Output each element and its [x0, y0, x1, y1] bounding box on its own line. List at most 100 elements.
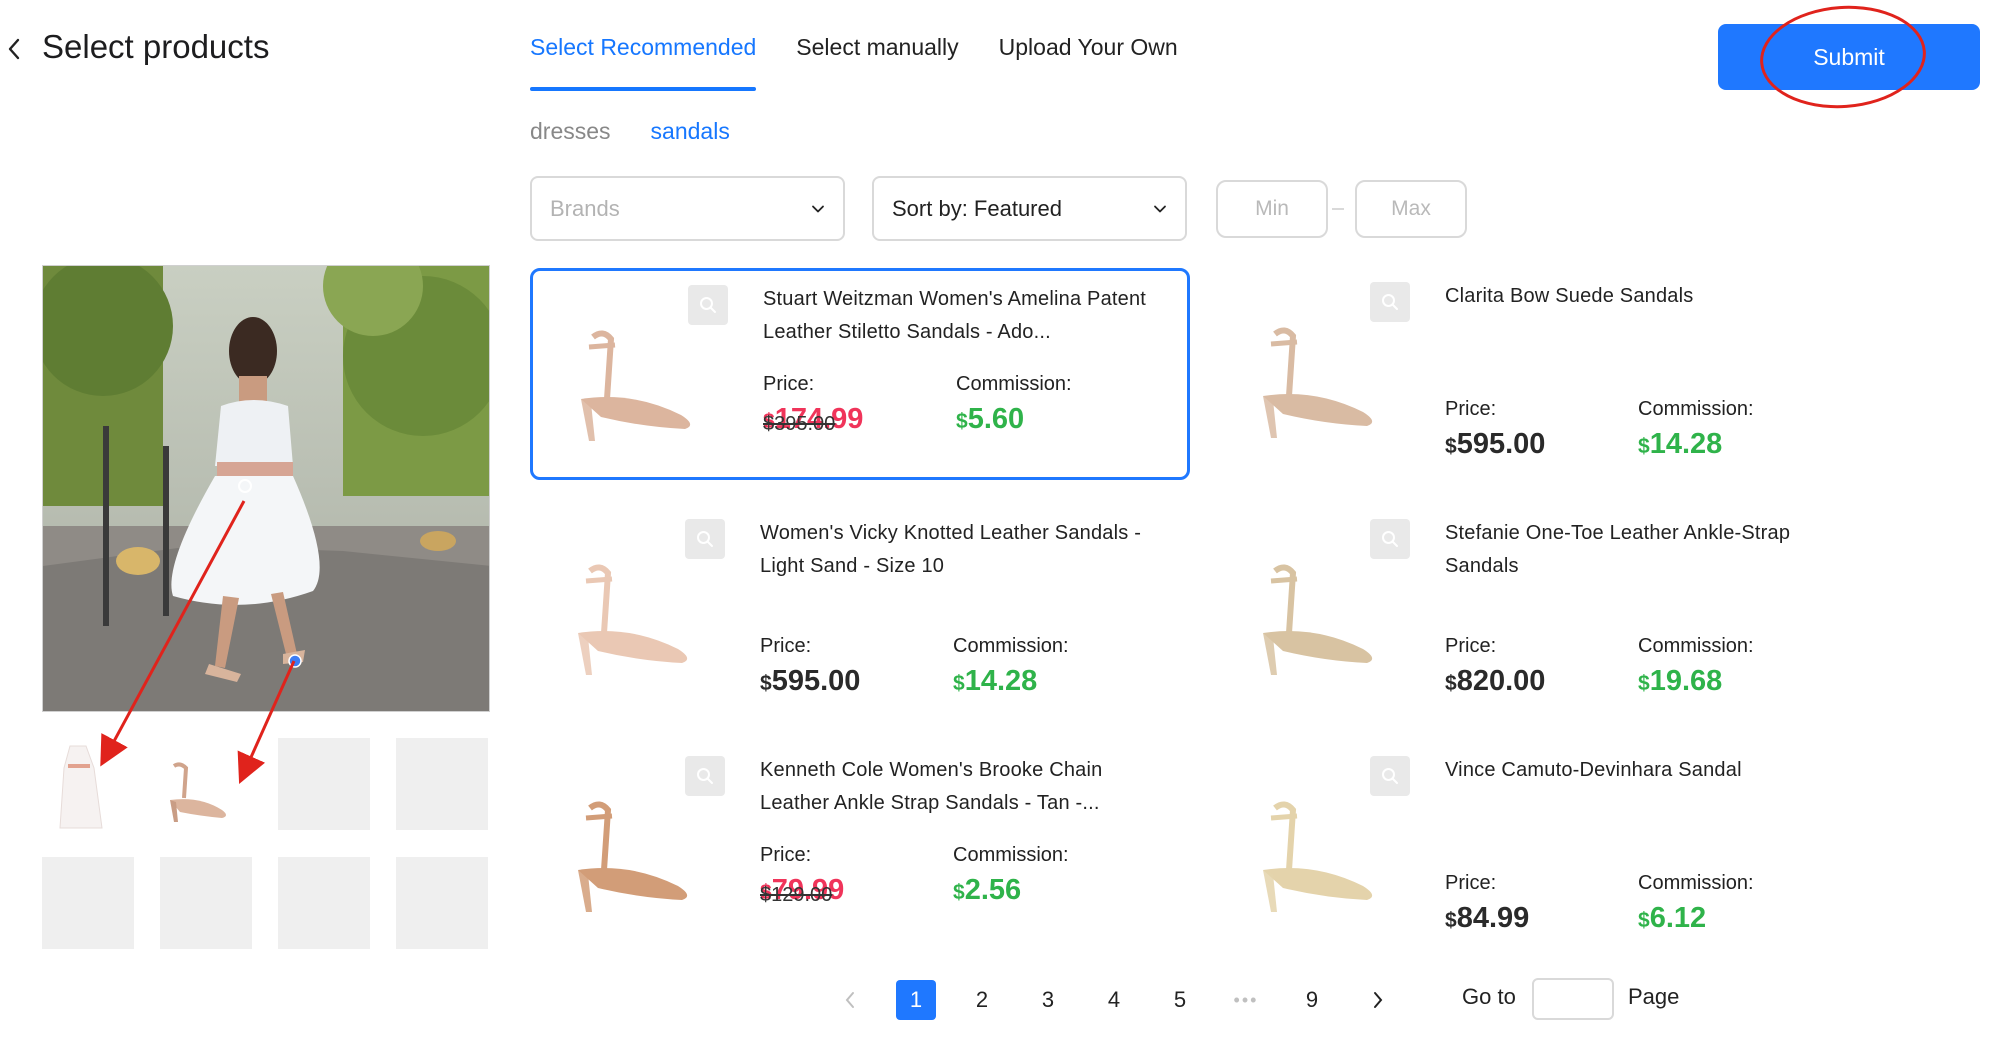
- product-image: [1263, 327, 1373, 438]
- product-commission: $14.28: [953, 665, 1037, 698]
- product-price: $84.99: [1445, 902, 1529, 935]
- category-sandals[interactable]: sandals: [651, 118, 730, 145]
- selection-tabs: Select Recommended Select manually Uploa…: [530, 34, 1178, 91]
- zoom-icon[interactable]: [1370, 756, 1410, 796]
- pagination-prev-icon[interactable]: [830, 980, 870, 1020]
- price-label: Price:: [760, 844, 812, 866]
- price-label: Price:: [1445, 398, 1497, 420]
- product-price: $595.00: [1445, 428, 1545, 461]
- commission-value: 14.28: [964, 665, 1038, 697]
- price-value: 595.00: [771, 665, 861, 697]
- product-card[interactable]: Clarita Bow Suede Sandals Price: Commissio…: [1215, 268, 1875, 480]
- commission-label: Commission:: [956, 373, 1072, 395]
- price-value: 595.00: [1456, 428, 1546, 460]
- price-value: 820.00: [1456, 665, 1546, 697]
- thumbnail-sandal[interactable]: [160, 738, 252, 830]
- thumbnail-empty: [278, 857, 370, 949]
- currency-symbol: $: [1445, 909, 1457, 932]
- product-image: [578, 564, 688, 675]
- tab-select-manually[interactable]: Select manually: [796, 34, 958, 91]
- currency-symbol: $: [1445, 672, 1457, 695]
- product-commission: $2.56: [953, 874, 1021, 907]
- commission-label: Commission:: [1638, 398, 1754, 420]
- page-button-4[interactable]: 4: [1094, 980, 1134, 1020]
- product-image: [581, 330, 691, 441]
- goto-page-input[interactable]: [1532, 978, 1614, 1020]
- product-name: Clarita Bow Suede Sandals: [1445, 285, 1694, 307]
- currency-symbol: $: [953, 881, 965, 904]
- source-photo: [42, 265, 490, 712]
- page-title: Select products: [42, 28, 270, 65]
- thumbnail-empty: [278, 738, 370, 830]
- min-price-input[interactable]: Min: [1216, 180, 1328, 238]
- original-price: $395.00: [763, 413, 836, 435]
- product-commission: $5.60: [956, 403, 1024, 436]
- max-price-input[interactable]: Max: [1355, 180, 1467, 238]
- commission-value: 5.60: [967, 403, 1025, 435]
- commission-label: Commission:: [1638, 872, 1754, 894]
- currency-symbol: $: [1638, 435, 1650, 458]
- thumbnail-empty: [42, 857, 134, 949]
- zoom-icon[interactable]: [1370, 282, 1410, 322]
- page-button-1[interactable]: 1: [896, 980, 936, 1020]
- thumbnail-dress[interactable]: [42, 738, 134, 830]
- commission-label: Commission:: [1638, 635, 1754, 657]
- pagination: 1 2 3 4 5 ••• 9: [830, 980, 1424, 1020]
- product-price: $820.00: [1445, 665, 1545, 698]
- currency-symbol: $: [953, 672, 965, 695]
- product-name: Women's Vicky Knotted Leather Sandals - …: [760, 522, 1142, 577]
- page-button-9[interactable]: 9: [1292, 980, 1332, 1020]
- product-card[interactable]: Kenneth Cole Women's Brooke Chain Leathe…: [530, 742, 1190, 954]
- product-price: $595.00: [760, 665, 860, 698]
- page-button-2[interactable]: 2: [962, 980, 1002, 1020]
- product-name: Stuart Weitzman Women's Amelina Patent L…: [763, 288, 1147, 343]
- range-separator: [1332, 208, 1344, 210]
- commission-label: Commission:: [953, 844, 1069, 866]
- commission-value: 19.68: [1649, 665, 1723, 697]
- product-commission: $6.12: [1638, 902, 1706, 935]
- commission-value: 14.28: [1649, 428, 1723, 460]
- price-value: 84.99: [1456, 902, 1530, 934]
- zoom-icon[interactable]: [1370, 519, 1410, 559]
- product-card[interactable]: Women's Vicky Knotted Leather Sandals - …: [530, 505, 1190, 717]
- product-thumbnail-grid: [42, 738, 488, 949]
- product-card[interactable]: Stuart Weitzman Women's Amelina Patent L…: [530, 268, 1190, 480]
- category-dresses[interactable]: dresses: [530, 118, 611, 145]
- pagination-next-icon[interactable]: [1358, 980, 1398, 1020]
- product-image: [578, 801, 688, 912]
- category-filter: dresses sandals: [530, 118, 730, 145]
- tab-select-recommended[interactable]: Select Recommended: [530, 34, 757, 91]
- page-button-5[interactable]: 5: [1160, 980, 1200, 1020]
- zoom-icon[interactable]: [685, 519, 725, 559]
- price-label: Price:: [1445, 872, 1497, 894]
- currency-symbol: $: [1638, 909, 1650, 932]
- chevron-down-icon: [812, 205, 824, 212]
- zoom-icon[interactable]: [688, 285, 728, 325]
- price-label: Price:: [763, 373, 815, 395]
- currency-symbol: $: [760, 672, 772, 695]
- page-button-3[interactable]: 3: [1028, 980, 1068, 1020]
- submit-button[interactable]: Submit: [1718, 24, 1980, 90]
- sort-select[interactable]: Sort by: Featured: [872, 176, 1187, 241]
- product-image: [1263, 801, 1373, 912]
- commission-value: 6.12: [1649, 902, 1707, 934]
- pagination-ellipsis[interactable]: •••: [1226, 980, 1266, 1020]
- brands-placeholder: Brands: [550, 195, 620, 221]
- page-label: Page: [1628, 984, 1680, 1009]
- commission-value: 2.56: [964, 874, 1022, 906]
- zoom-icon[interactable]: [685, 756, 725, 796]
- product-card[interactable]: Vince Camuto-Devinhara Sandal Price: Commi…: [1215, 742, 1875, 954]
- thumbnail-empty: [160, 857, 252, 949]
- product-name: Kenneth Cole Women's Brooke Chain Leathe…: [760, 759, 1103, 814]
- brands-select[interactable]: Brands: [530, 176, 845, 241]
- tab-upload-your-own[interactable]: Upload Your Own: [999, 34, 1178, 91]
- sort-value: Sort by: Featured: [892, 195, 1062, 221]
- currency-symbol: $: [1445, 435, 1457, 458]
- back-chevron-icon[interactable]: [4, 34, 24, 64]
- product-name: Stefanie One-Toe Leather Ankle-Strap San…: [1445, 522, 1791, 577]
- original-price: $129.00: [760, 884, 833, 906]
- product-commission: $14.28: [1638, 428, 1722, 461]
- product-card[interactable]: Stefanie One-Toe Leather Ankle-Strap San…: [1215, 505, 1875, 717]
- thumbnail-empty: [396, 857, 488, 949]
- currency-symbol: $: [956, 410, 968, 433]
